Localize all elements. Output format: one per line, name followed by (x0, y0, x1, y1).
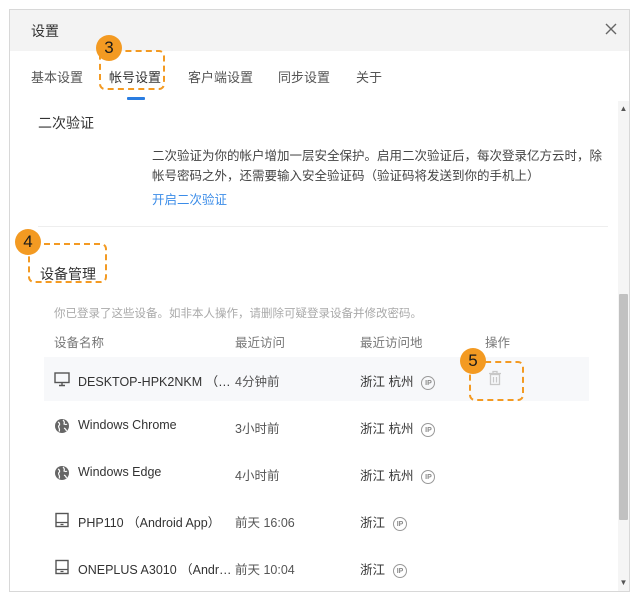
close-icon[interactable] (600, 18, 622, 40)
two-factor-title: 二次验证 (38, 115, 94, 131)
column-header-name: 设备名称 (54, 336, 105, 350)
monitor-icon (54, 372, 70, 387)
device-recent: 4小时前 (235, 469, 280, 483)
ip-icon[interactable]: IP (421, 422, 436, 437)
annotation-badge-4: 4 (15, 229, 41, 255)
dialog-title: 设置 (31, 23, 59, 39)
scroll-up-icon[interactable]: ▲ (619, 104, 628, 113)
device-name: Windows Edge (78, 465, 162, 479)
device-management-hint: 你已登录了这些设备。如非本人操作，请删除可疑登录设备并修改密码。 (54, 308, 422, 320)
annotation-badge-5: 5 (460, 348, 486, 374)
globe-icon (55, 419, 69, 433)
annotation-badge-3: 3 (96, 35, 122, 61)
ip-icon[interactable]: IP (421, 469, 436, 484)
tab-basic-settings[interactable]: 基本设置 (31, 67, 83, 86)
device-location: 浙江 IP (360, 559, 408, 578)
device-name: PHP110 （Android App） (78, 516, 221, 530)
scroll-down-icon[interactable]: ▼ (619, 578, 628, 587)
device-recent: 4分钟前 (235, 375, 280, 389)
settings-dialog: 设置 基本设置 帐号设置 客户端设置 同步设置 关于 二次验证 二次验证为你的帐… (9, 9, 630, 592)
two-factor-description: 二次验证为你的帐户增加一层安全保护。启用二次验证后，每次登录亿方云时，除帐号密码… (152, 149, 603, 183)
device-name: ONEPLUS A3010 （Androi... (78, 563, 235, 577)
device-location: 浙江 杭州 IP (360, 465, 436, 484)
device-location: 浙江 杭州 IP (360, 371, 436, 390)
tab-client-settings[interactable]: 客户端设置 (188, 67, 253, 86)
device-name: Windows Chrome (78, 418, 177, 432)
tab-sync-settings[interactable]: 同步设置 (278, 67, 330, 86)
device-location: 浙江 IP (360, 512, 408, 531)
section-divider (38, 226, 608, 227)
ip-icon[interactable]: IP (393, 516, 408, 531)
device-name: DESKTOP-HPK2NKM （W... (78, 375, 235, 389)
column-header-location: 最近访问地 (360, 336, 423, 350)
tab-about[interactable]: 关于 (356, 67, 382, 86)
device-recent: 前天 16:06 (235, 516, 295, 530)
device-recent: 3小时前 (235, 422, 280, 436)
column-header-recent: 最近访问 (235, 336, 286, 350)
device-recent: 前天 10:04 (235, 563, 295, 577)
enable-two-factor-link[interactable]: 开启二次验证 (152, 189, 227, 208)
device-location: 浙江 杭州 IP (360, 418, 436, 437)
active-tab-indicator (127, 97, 145, 100)
table-row[interactable]: ONEPLUS A3010 （Androi... 前天 10:04 浙江 IP (44, 545, 589, 589)
table-row[interactable]: Windows Chrome 3小时前 浙江 杭州 IP (44, 404, 589, 448)
ip-icon[interactable]: IP (393, 563, 408, 578)
column-header-action: 操作 (485, 336, 511, 350)
ip-icon[interactable]: IP (421, 375, 436, 390)
table-row[interactable]: PHP110 （Android App） 前天 16:06 浙江 IP (44, 498, 589, 542)
scrollbar-thumb[interactable] (619, 294, 628, 520)
tablet-icon (55, 512, 69, 528)
annotation-highlight-title (28, 243, 107, 283)
table-row[interactable]: Windows Edge 4小时前 浙江 杭州 IP (44, 451, 589, 495)
globe-icon (55, 466, 69, 480)
tablet-icon (55, 559, 69, 575)
